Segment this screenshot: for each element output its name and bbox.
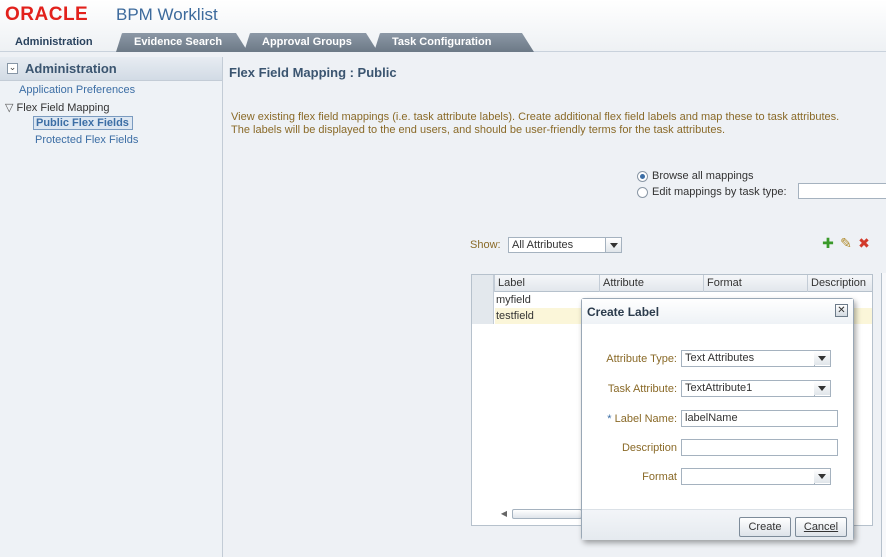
column-header-label[interactable]: Label [494, 275, 599, 292]
chevron-down-icon[interactable] [814, 469, 830, 483]
tab-task-configuration[interactable]: Task Configuration [374, 33, 534, 52]
create-button[interactable]: Create [739, 517, 791, 537]
task-attribute-value: TextAttribute1 [685, 382, 753, 394]
description-label: Description [621, 442, 677, 454]
page-description: View existing flex field mappings (i.e. … [231, 111, 871, 137]
description-input[interactable] [681, 439, 838, 456]
right-panel-edge [881, 273, 886, 557]
close-icon[interactable]: ✕ [835, 304, 848, 317]
radio-button[interactable] [637, 170, 648, 182]
row-header-corner [472, 275, 494, 292]
show-select[interactable]: All Attributes [508, 237, 622, 253]
sidebar-item-application-preferences[interactable]: Application Preferences [19, 84, 135, 96]
radio-browse-label: Browse all mappings [652, 170, 754, 182]
format-select[interactable] [681, 468, 831, 485]
dialog-title: Create Label [587, 305, 660, 319]
app-title: BPM Worklist [116, 5, 218, 24]
column-header-attribute[interactable]: Attribute [599, 275, 703, 292]
tree-expand-icon[interactable]: ▽ [5, 102, 13, 114]
sidebar-item-flex-field-mapping[interactable]: ▽ Flex Field Mapping [5, 101, 109, 114]
task-type-input[interactable] [798, 183, 886, 199]
dialog-body: Attribute Type: Text Attributes Task Att… [582, 324, 853, 509]
page-title: Flex Field Mapping : Public [229, 65, 397, 80]
app-header: ORACLE BPM Worklist Administration Evide… [0, 0, 886, 52]
task-attribute-label: Task Attribute: [607, 383, 677, 395]
radio-browse-all[interactable]: Browse all mappings [637, 170, 754, 182]
label-name-label: * Label Name: [607, 413, 677, 425]
main-tabs: Administration Evidence Search Approval … [0, 33, 886, 52]
scroll-left-icon[interactable]: ◀ [498, 508, 510, 520]
show-select-value: All Attributes [512, 239, 574, 251]
description-line-1: View existing flex field mappings (i.e. … [231, 111, 840, 123]
required-asterisk: * [607, 413, 612, 425]
panel-header: ⌄ Administration [0, 57, 222, 81]
add-icon[interactable]: ✚ [821, 237, 835, 251]
radio-button[interactable] [637, 186, 648, 198]
left-panel: ⌄ Administration Application Preferences… [0, 57, 223, 557]
edit-pencil-icon[interactable]: ✎ [839, 237, 853, 251]
chevron-down-icon[interactable] [814, 381, 830, 395]
row-header[interactable] [472, 292, 494, 308]
label-name-text: Label Name: [614, 413, 677, 425]
attribute-type-value: Text Attributes [685, 352, 755, 364]
column-header-description[interactable]: Description [807, 275, 873, 292]
collapse-icon[interactable]: ⌄ [7, 63, 18, 74]
radio-edit-by-type[interactable]: Edit mappings by task type: [637, 186, 787, 198]
row-header[interactable] [472, 308, 494, 324]
description-line-2: The labels will be displayed to the end … [231, 124, 726, 136]
column-header-format[interactable]: Format [703, 275, 807, 292]
chevron-down-icon[interactable] [605, 238, 621, 252]
create-label-dialog: Create Label ✕ Attribute Type: Text Attr… [581, 298, 854, 540]
sidebar-item-label: Flex Field Mapping [16, 102, 110, 114]
table-row[interactable]: testfield [496, 310, 534, 322]
cancel-button[interactable]: Cancel [795, 517, 847, 537]
format-label: Format [642, 471, 677, 483]
scroll-thumb[interactable] [512, 509, 582, 519]
sidebar-item-protected-flex-fields[interactable]: Protected Flex Fields [35, 134, 138, 146]
sidebar-item-public-flex-fields[interactable]: Public Flex Fields [33, 116, 133, 130]
panel-title: Administration [25, 61, 117, 76]
attribute-type-select[interactable]: Text Attributes [681, 350, 831, 367]
attribute-type-label: Attribute Type: [606, 353, 677, 365]
task-attribute-select[interactable]: TextAttribute1 [681, 380, 831, 397]
show-label: Show: [470, 239, 501, 251]
tab-approval-groups[interactable]: Approval Groups [244, 33, 378, 52]
tab-evidence-search[interactable]: Evidence Search [116, 33, 248, 52]
oracle-logo: ORACLE [5, 4, 89, 25]
table-row[interactable]: myfield [496, 294, 531, 306]
chevron-down-icon[interactable] [814, 351, 830, 365]
tab-administration[interactable]: Administration [0, 33, 116, 52]
delete-icon[interactable]: ✖ [857, 237, 871, 251]
dialog-header: Create Label ✕ [582, 299, 853, 324]
table-header: Label Attribute Format Description [472, 275, 872, 292]
label-name-input[interactable]: labelName [681, 410, 838, 427]
radio-edit-label: Edit mappings by task type: [652, 186, 787, 198]
dialog-footer: Create Cancel [582, 509, 853, 540]
